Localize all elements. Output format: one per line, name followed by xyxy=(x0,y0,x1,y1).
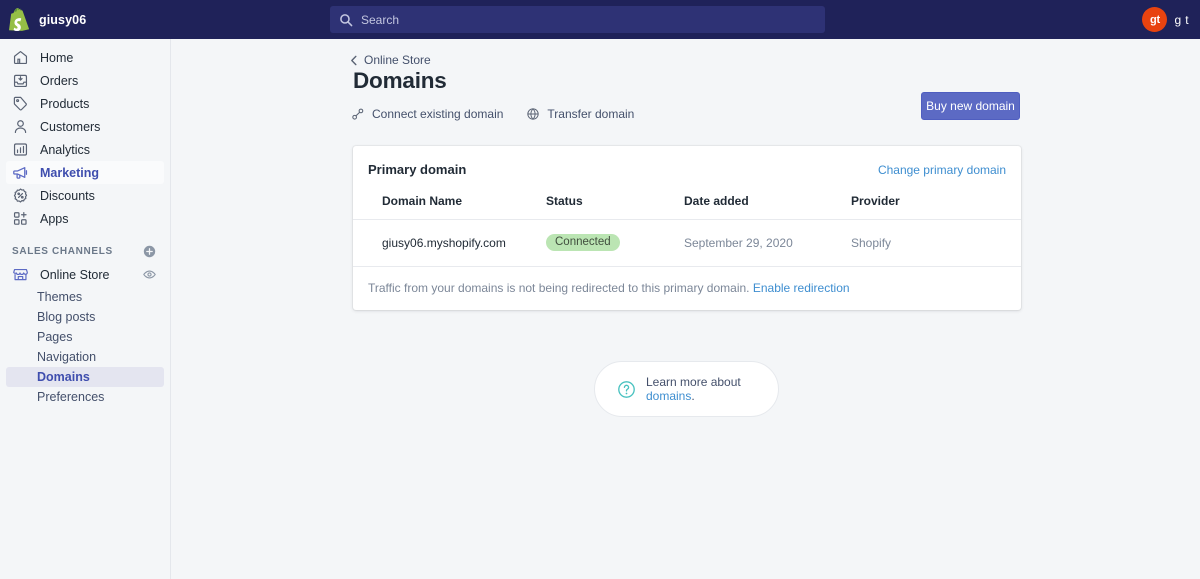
home-icon xyxy=(13,50,28,65)
learn-more-suffix: . xyxy=(691,389,695,403)
column-header-provider: Provider xyxy=(851,194,1021,220)
domains-table: Domain Name Status Date added Provider g… xyxy=(353,194,1021,266)
sidebar-item-label: Customers xyxy=(40,119,101,134)
analytics-bars-icon xyxy=(13,143,28,156)
learn-more-text: Learn more about domains. xyxy=(646,375,778,403)
search-input[interactable] xyxy=(361,12,816,27)
transfer-domain-link[interactable]: Transfer domain xyxy=(526,107,634,121)
table-header-row: Domain Name Status Date added Provider xyxy=(353,194,1021,220)
sidebar-item-marketing[interactable]: Marketing xyxy=(6,161,164,184)
sidebar-item-label: Online Store xyxy=(40,267,110,282)
main-content: Online Store Domains Connect existing do… xyxy=(171,39,1200,579)
link-chain-icon xyxy=(352,108,364,120)
search-bar[interactable] xyxy=(330,6,825,33)
product-tag-icon xyxy=(13,96,27,111)
store-name: giusy06 xyxy=(39,12,87,27)
learn-more-prefix: Learn more about xyxy=(646,375,741,389)
shopify-bag-icon xyxy=(9,8,30,31)
sidebar-item-label: Orders xyxy=(40,73,79,88)
breadcrumb[interactable]: Online Store xyxy=(349,53,431,67)
sidebar-item-label: Home xyxy=(40,50,74,65)
apps-grid-icon xyxy=(13,211,27,225)
search-icon xyxy=(340,13,353,26)
avatar: gt xyxy=(1142,7,1168,32)
status-badge: Connected xyxy=(546,234,620,251)
domains-link[interactable]: domains xyxy=(646,389,691,403)
card-footer: Traffic from your domains is not being r… xyxy=(353,266,1021,310)
eye-icon[interactable] xyxy=(142,267,157,282)
column-header-date-added: Date added xyxy=(684,194,851,220)
online-store-subnav: Themes Blog posts Pages Navigation Domai… xyxy=(0,287,170,407)
column-header-domain-name: Domain Name xyxy=(353,194,546,220)
sales-channels-title: SALES CHANNELS xyxy=(12,246,113,257)
sidebar-item-home[interactable]: Home xyxy=(6,46,164,69)
sidebar-item-discounts[interactable]: Discounts xyxy=(6,184,164,207)
store-brand[interactable]: giusy06 xyxy=(0,8,330,31)
sidebar-item-label: Discounts xyxy=(40,188,95,203)
user-menu[interactable]: gt g t xyxy=(1142,7,1200,32)
learn-more-banner[interactable]: Learn more about domains. xyxy=(594,361,779,417)
connect-existing-domain-link[interactable]: Connect existing domain xyxy=(351,107,503,121)
action-label: Connect existing domain xyxy=(372,107,504,121)
sales-channels-header: SALES CHANNELS xyxy=(12,244,157,259)
page-title: Domains xyxy=(353,68,447,93)
question-circle-icon xyxy=(618,380,635,398)
user-name: g t xyxy=(1174,12,1189,27)
globe-icon xyxy=(527,108,540,120)
subnav-item-navigation[interactable]: Navigation xyxy=(6,347,164,367)
table-row: giusy06.myshopify.com Connected Septembe… xyxy=(353,220,1021,267)
cell-date-added: September 29, 2020 xyxy=(684,235,793,250)
buy-new-domain-button[interactable]: Buy new domain xyxy=(921,92,1020,120)
page-actions: Connect existing domain Transfer domain xyxy=(351,107,634,121)
sidebar-item-label: Apps xyxy=(40,211,69,226)
marketing-megaphone-icon xyxy=(13,167,28,179)
orders-inbox-icon xyxy=(13,74,28,88)
card-title: Primary domain xyxy=(368,162,467,177)
enable-redirection-link[interactable]: Enable redirection xyxy=(753,281,850,295)
subnav-item-domains[interactable]: Domains xyxy=(6,367,164,387)
sidebar-item-apps[interactable]: Apps xyxy=(6,207,164,230)
subnav-item-pages[interactable]: Pages xyxy=(6,327,164,347)
cell-provider: Shopify xyxy=(851,235,892,250)
sidebar-item-products[interactable]: Products xyxy=(6,92,164,115)
plus-circle-icon[interactable] xyxy=(142,244,157,259)
sidebar: Home Orders Products Customers Analytics xyxy=(0,39,171,579)
breadcrumb-label: Online Store xyxy=(364,53,431,67)
customer-person-icon xyxy=(14,120,27,134)
sidebar-item-label: Marketing xyxy=(40,165,100,180)
subnav-item-themes[interactable]: Themes xyxy=(6,287,164,307)
sidebar-item-label: Analytics xyxy=(40,142,91,157)
discount-percent-icon xyxy=(13,188,28,203)
chevron-left-icon xyxy=(351,55,357,65)
action-label: Transfer domain xyxy=(547,107,635,121)
sidebar-item-online-store[interactable]: Online Store xyxy=(6,263,164,286)
cell-status: Connected xyxy=(546,220,684,267)
storefront-icon xyxy=(13,268,28,281)
change-primary-domain-link[interactable]: Change primary domain xyxy=(878,163,1006,177)
cell-domain-name: giusy06.myshopify.com xyxy=(382,235,506,250)
subnav-item-blog-posts[interactable]: Blog posts xyxy=(6,307,164,327)
primary-domain-card: Primary domain Change primary domain Dom… xyxy=(353,146,1021,310)
sidebar-item-customers[interactable]: Customers xyxy=(6,115,164,138)
column-header-status: Status xyxy=(546,194,684,220)
redirect-message: Traffic from your domains is not being r… xyxy=(368,281,750,295)
sidebar-item-orders[interactable]: Orders xyxy=(6,69,164,92)
sidebar-item-analytics[interactable]: Analytics xyxy=(6,138,164,161)
subnav-item-preferences[interactable]: Preferences xyxy=(6,387,164,407)
top-bar: giusy06 gt g t xyxy=(0,0,1200,39)
card-header: Primary domain Change primary domain xyxy=(353,146,1021,177)
sidebar-item-label: Products xyxy=(40,96,90,111)
